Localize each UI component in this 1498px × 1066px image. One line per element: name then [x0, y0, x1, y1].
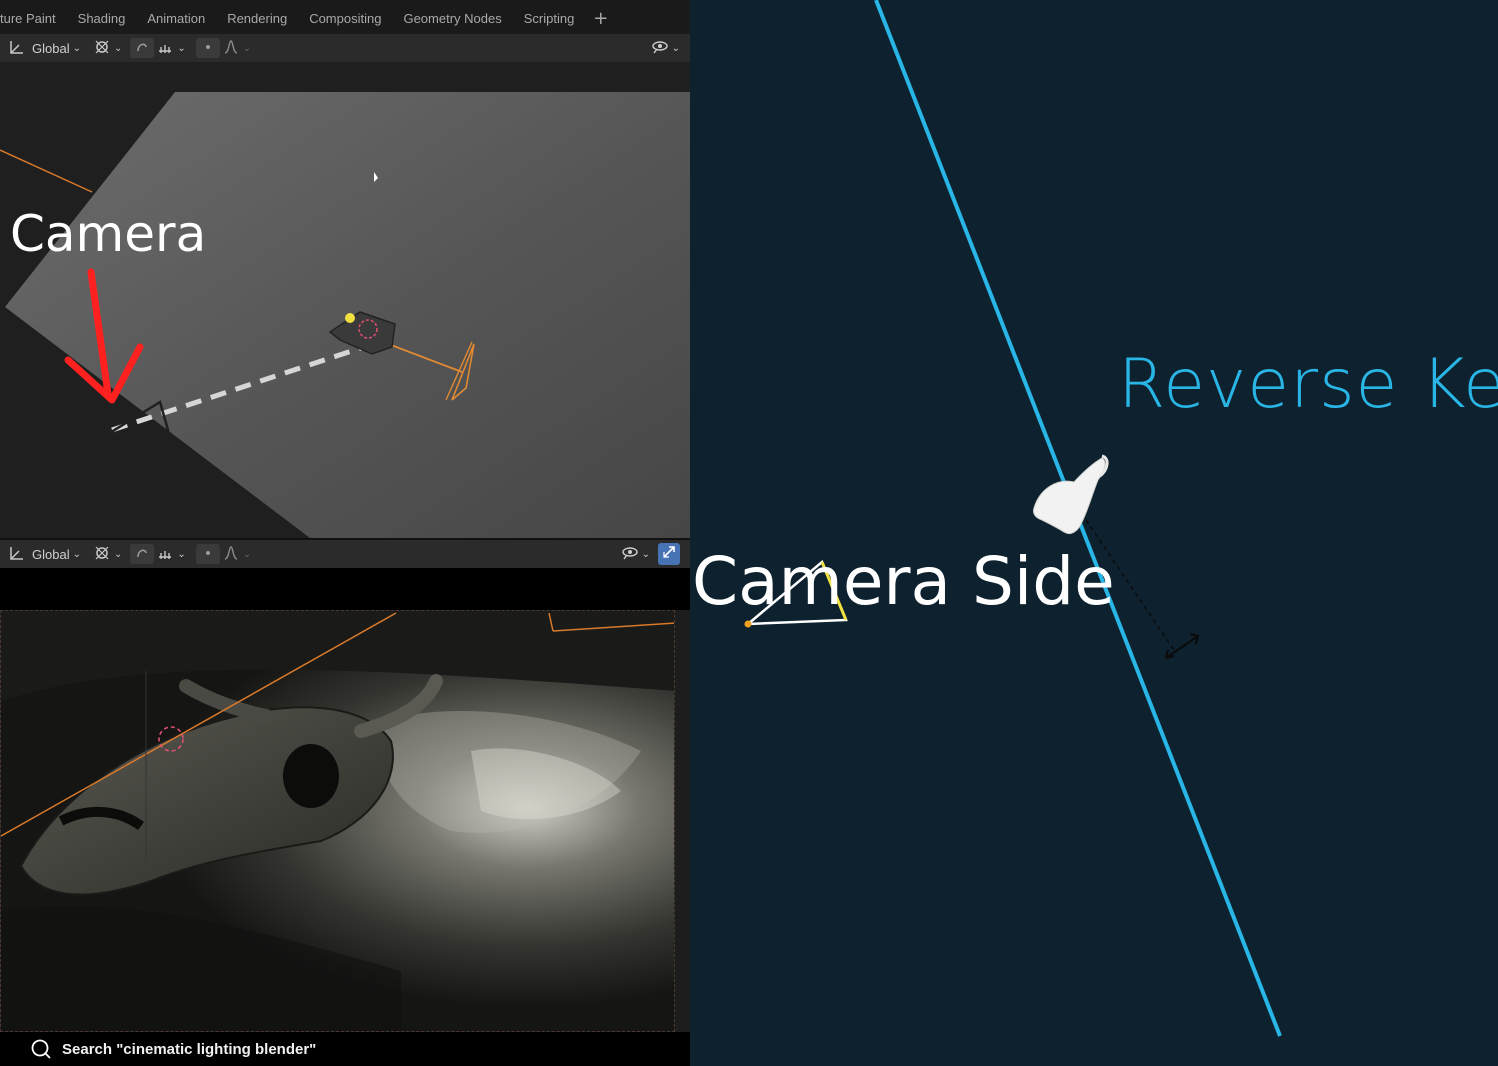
- pivot-icon: [93, 39, 111, 57]
- tab-geometry-nodes[interactable]: Geometry Nodes: [392, 11, 512, 26]
- chevron-down-icon: ⌄: [177, 548, 186, 560]
- proportional-edit-toggle[interactable]: [195, 544, 220, 564]
- pivot-point-dropdown[interactable]: ⌄: [93, 545, 122, 563]
- tab-rendering[interactable]: Rendering: [216, 11, 298, 26]
- tab-scripting[interactable]: Scripting: [513, 11, 586, 26]
- tab-animation[interactable]: Animation: [136, 11, 216, 26]
- 3d-viewport-top[interactable]: [0, 62, 690, 538]
- search-icon: [30, 1038, 52, 1060]
- transform-orientation-icon: [8, 39, 26, 57]
- snap-toggle[interactable]: [130, 544, 155, 564]
- blender-window: ture Paint Shading Animation Rendering C…: [0, 0, 690, 1066]
- snap-icon: [133, 545, 151, 563]
- viewport-scene: [0, 62, 690, 538]
- gizmo-toggle-button[interactable]: [658, 543, 680, 565]
- search-suggestion-text[interactable]: Search "cinematic lighting blender": [62, 1041, 316, 1058]
- viewport-header-bottom: Global ⌄ ⌄ ⌄ ⌄ ⌄: [0, 540, 690, 568]
- snap-target-icon: [156, 545, 174, 563]
- camera-side-label: Camera Side: [692, 543, 1115, 620]
- lighting-diagram: Reverse Key Camera Side: [690, 0, 1498, 1066]
- visibility-dropdown[interactable]: ⌄: [651, 39, 680, 57]
- chevron-down-icon: ⌄: [242, 548, 252, 560]
- snap-icon: [133, 39, 151, 57]
- pivot-point-dropdown[interactable]: ⌄: [93, 39, 122, 57]
- rendered-skull-scene: [1, 611, 674, 1031]
- tab-shading[interactable]: Shading: [67, 11, 137, 26]
- orientation-label: Global: [32, 40, 70, 56]
- falloff-icon: [222, 39, 240, 57]
- falloff-dropdown[interactable]: ⌄: [222, 545, 251, 563]
- diagram-graphics: [744, 0, 1282, 1037]
- visibility-icon: [621, 545, 639, 563]
- skull-subject: [1033, 454, 1109, 535]
- transform-orientation-icon: [8, 545, 26, 563]
- chevron-down-icon: ⌄: [671, 42, 680, 54]
- transform-orientation-dropdown[interactable]: Global ⌄: [8, 545, 81, 563]
- reverse-key-label: Reverse Key: [1118, 345, 1498, 424]
- proportional-edit-icon: [199, 39, 217, 57]
- pivot-icon: [93, 545, 111, 563]
- tab-texture-paint[interactable]: ture Paint: [0, 11, 67, 26]
- snap-target-dropdown[interactable]: ⌄: [156, 39, 186, 57]
- chevron-down-icon: ⌄: [242, 42, 252, 54]
- camera-view-letterbox: [0, 568, 690, 610]
- chevron-down-icon: ⌄: [113, 548, 123, 560]
- workspace-tabs: ture Paint Shading Animation Rendering C…: [0, 0, 690, 36]
- visibility-icon: [651, 39, 669, 57]
- proportional-edit-toggle[interactable]: [195, 38, 220, 58]
- falloff-dropdown[interactable]: ⌄: [222, 39, 251, 57]
- viewport-header-top: Global ⌄ ⌄ ⌄ ⌄ ⌄: [0, 34, 690, 62]
- search-suggestion-bar: Search "cinematic lighting blender": [0, 1032, 690, 1066]
- proportional-edit-icon: [199, 545, 217, 563]
- snap-target-dropdown[interactable]: ⌄: [156, 545, 186, 563]
- camera-annotation-label: Camera: [10, 205, 207, 263]
- camera-render-view[interactable]: [0, 610, 675, 1032]
- chevron-down-icon: ⌄: [641, 548, 650, 560]
- falloff-icon: [222, 545, 240, 563]
- chevron-down-icon: ⌄: [72, 42, 81, 54]
- transform-orientation-dropdown[interactable]: Global ⌄: [8, 39, 81, 57]
- chevron-down-icon: ⌄: [72, 548, 81, 560]
- snap-target-icon: [156, 39, 174, 57]
- add-workspace-button[interactable]: +: [585, 8, 616, 29]
- snap-toggle[interactable]: [130, 38, 155, 58]
- visibility-dropdown[interactable]: ⌄: [621, 545, 650, 563]
- orientation-label: Global: [32, 546, 70, 562]
- tab-compositing[interactable]: Compositing: [298, 11, 392, 26]
- chevron-down-icon: ⌄: [177, 42, 186, 54]
- chevron-down-icon: ⌄: [113, 42, 123, 54]
- gizmo-icon: [661, 544, 677, 564]
